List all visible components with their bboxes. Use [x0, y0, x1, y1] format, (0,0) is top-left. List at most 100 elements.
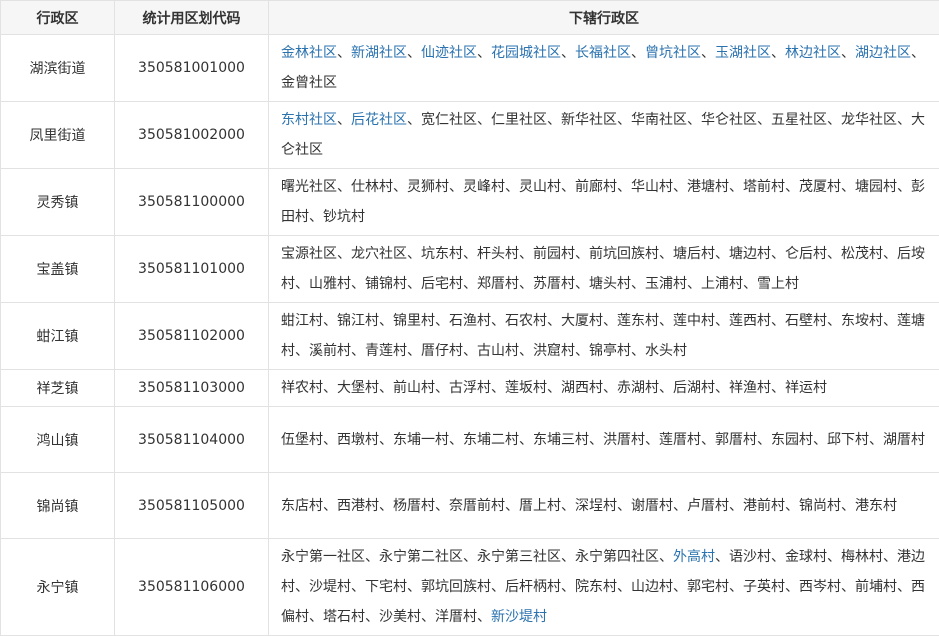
- separator: 、: [897, 112, 911, 128]
- separator: 、: [519, 246, 533, 262]
- subunit-link[interactable]: 新湖社区: [351, 45, 407, 61]
- separator: 、: [407, 45, 421, 61]
- separator: 、: [659, 246, 673, 262]
- separator: 、: [519, 276, 533, 292]
- separator: 、: [323, 432, 337, 448]
- subunit-name: 西岑村: [799, 579, 841, 595]
- table-row: 凤里街道 350581002000 东村社区、后花社区、宽仁社区、仁里社区、新华…: [1, 102, 939, 169]
- separator: 、: [701, 45, 715, 61]
- subunit-name: 永宁第二社区: [379, 549, 463, 565]
- separator: 、: [295, 276, 309, 292]
- separator: 、: [435, 313, 449, 329]
- subunit-name: 祥农村: [281, 380, 323, 396]
- subunit-link[interactable]: 花园城社区: [491, 45, 561, 61]
- separator: 、: [407, 276, 421, 292]
- subunit-name: 郑厝村: [477, 276, 519, 292]
- subunit-name: 前山村: [393, 380, 435, 396]
- table-row: 宝盖镇 350581101000 宝源社区、龙穴社区、坑东村、杆头村、前园村、前…: [1, 236, 939, 303]
- subunit-name: 锦尚村: [799, 498, 841, 514]
- separator: 、: [323, 498, 337, 514]
- separator: 、: [365, 609, 379, 625]
- subunit-name: 仕林村: [351, 179, 393, 195]
- subunit-name: 钞坑村: [323, 209, 365, 225]
- subunit-link[interactable]: 曾坑社区: [645, 45, 701, 61]
- subunit-name: 谢厝村: [631, 498, 673, 514]
- subunit-name: 下宅村: [365, 579, 407, 595]
- separator: 、: [309, 609, 323, 625]
- subunit-name: 厝上村: [519, 498, 561, 514]
- separator: 、: [463, 549, 477, 565]
- separator: 、: [687, 276, 701, 292]
- subunit-name: 灵狮村: [407, 179, 449, 195]
- district-cell: 蚶江镇: [1, 303, 115, 370]
- table-row: 蚶江镇 350581102000 蚶江村、锦江村、锦里村、石渔村、石农村、大厦村…: [1, 303, 939, 370]
- subunit-name: 祥渔村: [729, 380, 771, 396]
- subunit-name: 后湖村: [673, 380, 715, 396]
- subunit-name: 祥运村: [785, 380, 827, 396]
- separator: 、: [673, 579, 687, 595]
- subunit-name: 深埕村: [575, 498, 617, 514]
- subunit-name: 塘园村: [855, 179, 897, 195]
- subunits-cell: 宝源社区、龙穴社区、坑东村、杆头村、前园村、前坑回族村、塘后村、塘边村、仑后村、…: [269, 236, 939, 303]
- district-cell: 永宁镇: [1, 539, 115, 636]
- district-cell: 湖滨街道: [1, 35, 115, 102]
- separator: 、: [449, 432, 463, 448]
- separator: 、: [561, 45, 575, 61]
- separator: 、: [757, 432, 771, 448]
- subunit-name: 金曾社区: [281, 75, 337, 91]
- subunit-name: 塘边村: [729, 246, 771, 262]
- subunit-name: 仑后村: [785, 246, 827, 262]
- subunit-name: 湖西村: [561, 380, 603, 396]
- separator: 、: [323, 380, 337, 396]
- separator: 、: [673, 179, 687, 195]
- subunit-name: 西港村: [337, 498, 379, 514]
- subunit-link[interactable]: 后花社区: [351, 112, 407, 128]
- separator: 、: [547, 380, 561, 396]
- subunit-link[interactable]: 林边社区: [785, 45, 841, 61]
- separator: 、: [519, 343, 533, 359]
- subunit-name: 港前村: [743, 498, 785, 514]
- subunit-link[interactable]: 玉湖社区: [715, 45, 771, 61]
- separator: 、: [771, 313, 785, 329]
- subunit-link[interactable]: 湖边社区: [855, 45, 911, 61]
- subunit-name: 灵峰村: [463, 179, 505, 195]
- subunit-name: 赤湖村: [617, 380, 659, 396]
- subunit-link[interactable]: 东村社区: [281, 112, 337, 128]
- separator: 、: [715, 380, 729, 396]
- subunit-name: 坑东村: [421, 246, 463, 262]
- separator: 、: [393, 179, 407, 195]
- separator: 、: [323, 313, 337, 329]
- subunit-name: 洋厝村: [435, 609, 477, 625]
- separator: 、: [771, 549, 785, 565]
- subunit-name: 石壁村: [785, 313, 827, 329]
- separator: 、: [771, 246, 785, 262]
- subunit-name: 华南社区: [631, 112, 687, 128]
- subunit-name: 锦江村: [337, 313, 379, 329]
- subunit-name: 沙堤村: [309, 579, 351, 595]
- separator: 、: [337, 246, 351, 262]
- subunit-name: 铺锦村: [365, 276, 407, 292]
- subunit-link[interactable]: 长福社区: [575, 45, 631, 61]
- separator: 、: [897, 179, 911, 195]
- subunit-link[interactable]: 新沙堤村: [491, 609, 547, 625]
- separator: 、: [575, 246, 589, 262]
- subunit-name: 山边村: [631, 579, 673, 595]
- separator: 、: [617, 112, 631, 128]
- subunit-link[interactable]: 金林社区: [281, 45, 337, 61]
- subunit-name: 港塘村: [687, 179, 729, 195]
- district-cell: 凤里街道: [1, 102, 115, 169]
- subunit-name: 湖厝村: [883, 432, 925, 448]
- admin-division-table: 行政区 统计用区划代码 下辖行政区 湖滨街道 350581001000 金林社区…: [0, 0, 939, 636]
- subunit-name: 五星社区: [771, 112, 827, 128]
- subunit-link[interactable]: 外高村: [673, 549, 715, 565]
- subunit-link[interactable]: 仙迹社区: [421, 45, 477, 61]
- subunit-name: 东埔三村: [533, 432, 589, 448]
- subunit-name: 石农村: [505, 313, 547, 329]
- subunit-name: 永宁第三社区: [477, 549, 561, 565]
- subunit-name: 西墩村: [337, 432, 379, 448]
- subunit-name: 宽仁社区: [421, 112, 477, 128]
- separator: 、: [631, 276, 645, 292]
- separator: 、: [729, 179, 743, 195]
- code-cell: 350581103000: [115, 370, 269, 407]
- subunit-name: 玉浦村: [645, 276, 687, 292]
